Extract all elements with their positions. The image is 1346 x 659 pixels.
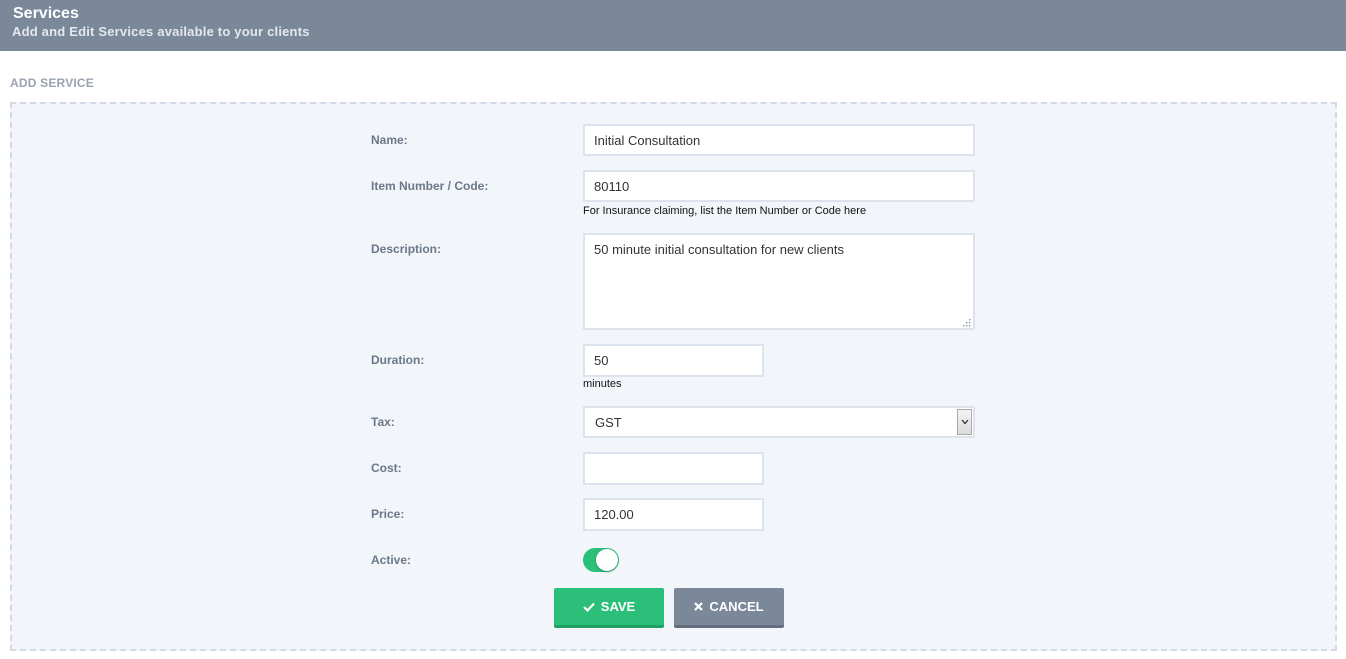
x-icon [694,602,704,611]
item-code-label: Item Number / Code: [371,179,489,193]
active-label: Active: [371,553,412,567]
tax-selected-value: GST [595,415,622,430]
cost-field[interactable] [583,452,764,485]
name-field[interactable] [583,124,975,156]
tax-select[interactable]: GST [583,406,975,438]
duration-unit: minutes [583,378,622,390]
cancel-button[interactable]: CANCEL [674,588,784,628]
item-code-field[interactable] [583,170,975,202]
price-label: Price: [371,507,405,521]
duration-field[interactable] [583,344,764,377]
chevron-down-icon[interactable] [957,409,972,435]
item-code-help: For Insurance claiming, list the Item Nu… [583,205,867,217]
toggle-knob [596,549,618,571]
cancel-button-label: CANCEL [709,599,764,614]
name-label: Name: [371,133,408,147]
description-label: Description: [371,242,442,256]
description-wrapper: 50 minute initial consultation for new c… [583,233,975,330]
active-toggle[interactable] [583,548,619,572]
price-field[interactable] [583,498,764,531]
cost-label: Cost: [371,461,402,475]
save-button-label: SAVE [600,599,636,614]
description-field[interactable]: 50 minute initial consultation for new c… [583,233,975,330]
page-title: Services [13,5,79,22]
page-header: Services Add and Edit Services available… [0,0,1346,51]
resize-grip-icon[interactable] [963,319,971,327]
section-title: ADD SERVICE [10,76,94,90]
duration-label: Duration: [371,353,425,367]
save-button[interactable]: SAVE [554,588,664,628]
tax-label: Tax: [371,415,395,429]
page-subtitle: Add and Edit Services available to your … [12,24,310,39]
check-icon [583,602,595,612]
